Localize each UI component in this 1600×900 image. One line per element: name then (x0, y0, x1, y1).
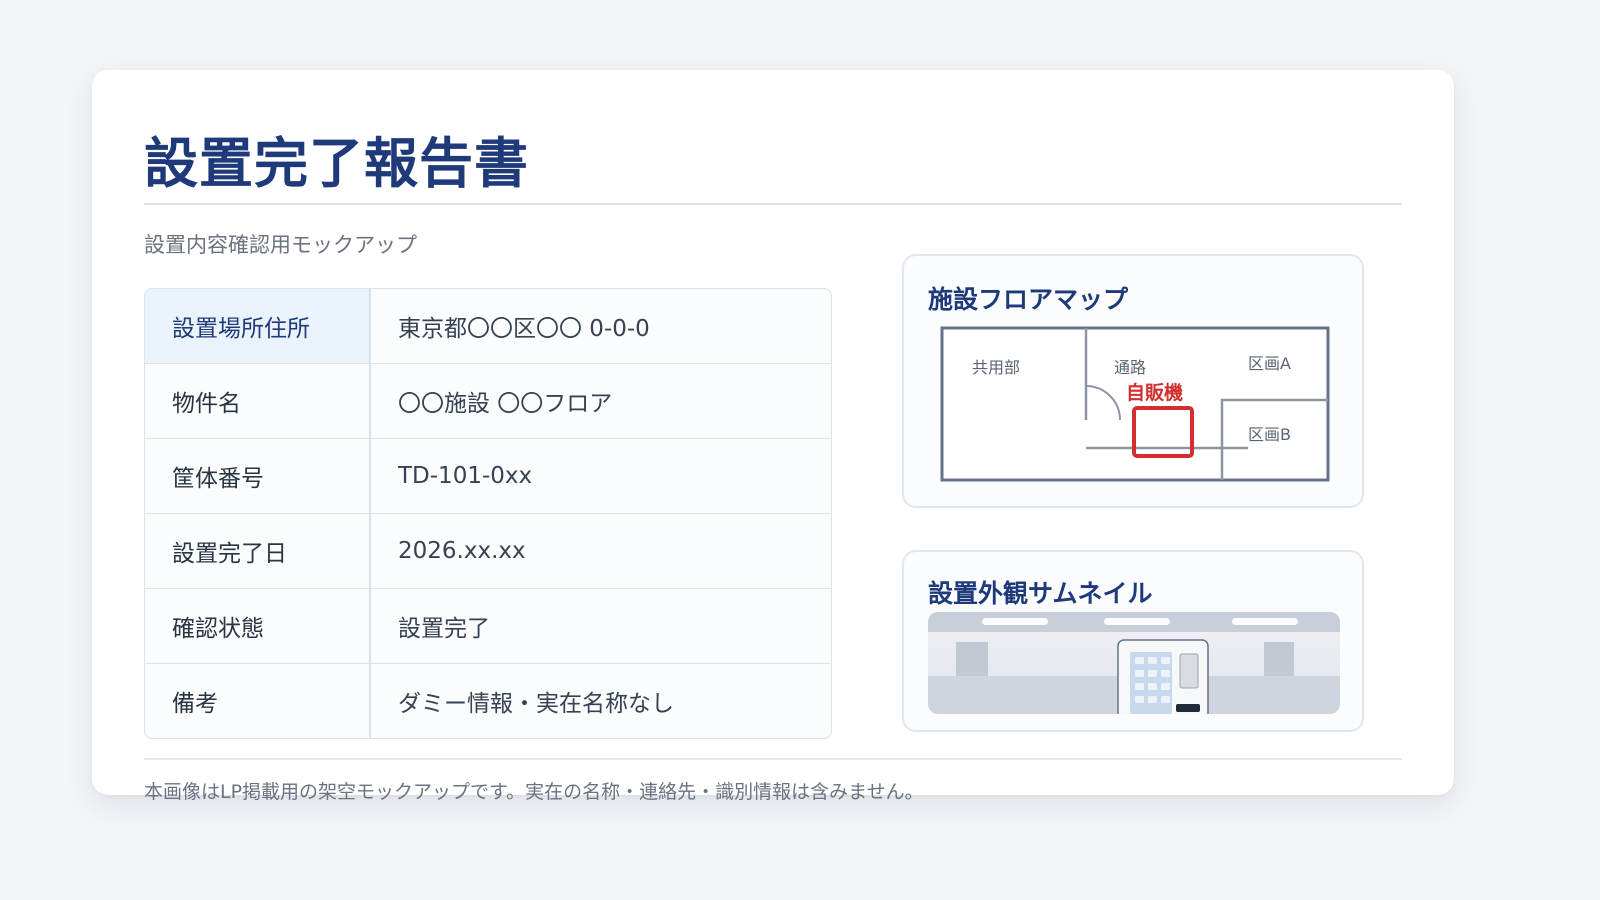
report-card: 設置完了報告書 設置内容確認用モックアップ 設置場所住所 東京都〇〇区〇〇 0-… (92, 70, 1454, 803)
floor-map-diagram: 共用部 通路 区画A 区画B 自販機 (940, 326, 1330, 482)
row-label: 確認状態 (145, 589, 371, 663)
row-label: 設置場所住所 (145, 289, 371, 363)
ceiling-light (1232, 618, 1298, 625)
row-value: 2026.xx.xx (398, 538, 526, 564)
row-label: 備考 (145, 664, 371, 738)
table-row: 物件名 〇〇施設 〇〇フロア (145, 364, 831, 439)
label-vending: 自販機 (1126, 381, 1183, 404)
table-row: 筐体番号 TD-101-0xx (145, 439, 831, 514)
row-value: 設置完了 (398, 616, 490, 642)
label-zone-a: 区画A (1248, 354, 1291, 373)
table-row: 設置完了日 2026.xx.xx (145, 514, 831, 589)
disclaimer-text: 本画像はLP掲載用の架空モックアップです。実在の名称・連絡先・識別情報は含みませ… (144, 781, 924, 803)
table-row: 設置場所住所 東京都〇〇区〇〇 0-0-0 (145, 289, 831, 364)
title-divider (144, 203, 1402, 205)
label-aisle: 通路 (1114, 358, 1146, 377)
row-value: ダミー情報・実在名称なし (398, 691, 674, 717)
thumbnail-panel: 設置外観サムネイル (902, 550, 1364, 732)
installation-thumbnail (928, 612, 1340, 714)
row-label: 物件名 (145, 364, 371, 438)
vending-machine-icon (1117, 639, 1209, 714)
row-label: 筐体番号 (145, 439, 371, 513)
ceiling-light (1104, 618, 1170, 625)
wall-panel (956, 642, 988, 676)
footer-divider (144, 758, 1402, 760)
ceiling-light (982, 618, 1048, 625)
table-row: 備考 ダミー情報・実在名称なし (145, 664, 831, 738)
row-value: TD-101-0xx (398, 463, 533, 489)
row-value: 東京都〇〇区〇〇 0-0-0 (398, 316, 650, 342)
label-common: 共用部 (972, 358, 1020, 377)
page-subtitle: 設置内容確認用モックアップ (144, 233, 417, 257)
table-row: 確認状態 設置完了 (145, 589, 831, 664)
row-value: 〇〇施設 〇〇フロア (398, 391, 613, 417)
page-title: 設置完了報告書 (144, 132, 529, 195)
row-label: 設置完了日 (145, 514, 371, 588)
info-table: 設置場所住所 東京都〇〇区〇〇 0-0-0 物件名 〇〇施設 〇〇フロア 筐体番… (144, 288, 832, 739)
label-zone-b: 区画B (1248, 425, 1291, 444)
wall-panel (1264, 642, 1294, 676)
floor-map-panel: 施設フロアマップ 共用部 通路 区画A 区画B 自販機 (902, 254, 1364, 508)
